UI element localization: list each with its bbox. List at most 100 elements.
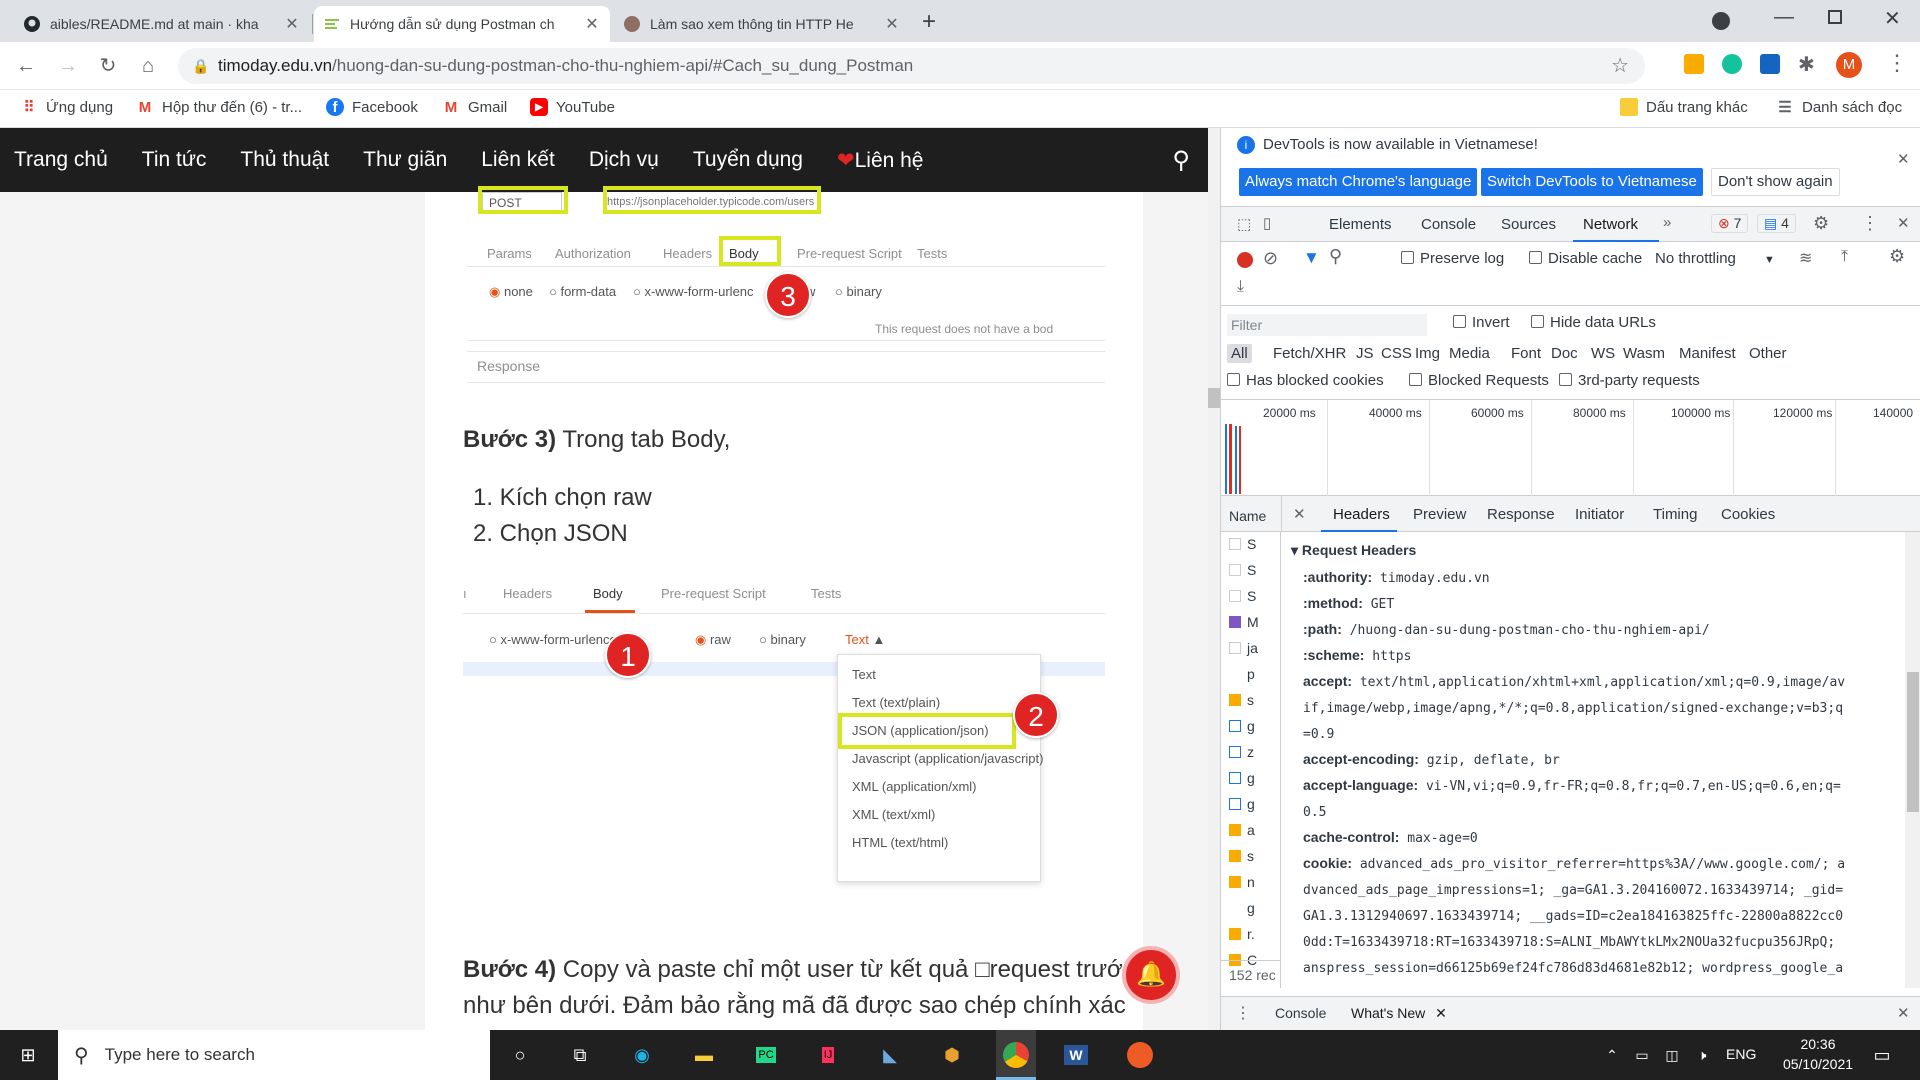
name-column-header[interactable]: Name [1229, 508, 1266, 524]
reload-icon[interactable]: ↻ [96, 54, 120, 78]
tab-elements[interactable]: Elements [1329, 216, 1392, 233]
switch-vietnamese-button[interactable]: Switch DevTools to Vietnamese [1481, 168, 1703, 196]
taskbar-search[interactable]: ⚲ Type here to search [58, 1030, 490, 1080]
nav-tips[interactable]: Thủ thuật [240, 148, 329, 172]
notification-bell-icon[interactable]: 🔔 [1122, 946, 1180, 1004]
grammarly-icon[interactable] [1722, 54, 1742, 74]
bookmark-other[interactable]: Dấu trang khác [1620, 98, 1748, 116]
match-language-button[interactable]: Always match Chrome's language [1239, 168, 1478, 196]
error-count[interactable]: ⊗ 7 [1711, 214, 1749, 233]
close-icon[interactable]: ✕ [1435, 1005, 1447, 1021]
cube-icon[interactable]: ⬢ [936, 1039, 968, 1071]
filter-icon[interactable]: ▼ [1303, 248, 1320, 268]
tab-headers[interactable]: Headers [1333, 506, 1390, 523]
close-icon[interactable]: ✕ [284, 14, 300, 34]
app-icon[interactable]: ◣ [874, 1039, 906, 1071]
bookmark-inbox[interactable]: M Hộp thư đến (6) - tr... [136, 98, 302, 116]
close-icon[interactable]: ✕ [1897, 150, 1910, 168]
minimize-button[interactable]: — [1774, 6, 1794, 29]
volume-muted-icon[interactable]: 🕨 [1686, 1039, 1718, 1071]
request-row[interactable]: ja [1229, 640, 1258, 656]
drawer-tab-whatsnew[interactable]: What's New ✕ [1351, 1005, 1447, 1022]
request-row[interactable]: g [1229, 718, 1255, 734]
maximize-button[interactable] [1828, 10, 1842, 24]
profile-avatar[interactable]: M [1836, 52, 1862, 78]
reading-list[interactable]: ☰ Danh sách đọc [1776, 98, 1902, 117]
throttling-select[interactable]: No throttling ▼ [1655, 250, 1775, 267]
type-filter-xhr[interactable]: Fetch/XHR [1273, 345, 1346, 362]
tab-timing[interactable]: Timing [1653, 506, 1697, 523]
extensions-puzzle-icon[interactable]: ✱ [1798, 52, 1815, 77]
inspect-icon[interactable]: ⬚ [1237, 215, 1251, 233]
windows-start-icon[interactable]: ⊞ [12, 1039, 44, 1071]
extension-icon[interactable] [1684, 54, 1704, 74]
type-filter-css[interactable]: CSS [1381, 345, 1412, 362]
battery-icon[interactable]: ▭ [1626, 1039, 1658, 1071]
nav-contact[interactable]: ❤Liên hệ [837, 148, 924, 173]
new-tab-button[interactable]: + [922, 8, 936, 36]
type-filter-other[interactable]: Other [1749, 345, 1787, 362]
invert-checkbox[interactable]: Invert [1453, 314, 1510, 331]
chrome-icon[interactable] [996, 1030, 1036, 1080]
message-count[interactable]: ▤ 4 [1757, 214, 1796, 233]
type-filter-wasm[interactable]: Wasm [1623, 345, 1665, 362]
nav-home[interactable]: Trang chủ [14, 148, 108, 172]
back-icon[interactable]: ← [14, 54, 38, 78]
hide-data-urls-checkbox[interactable]: Hide data URLs [1531, 314, 1656, 331]
clock-time[interactable]: 20:36 [1786, 1036, 1850, 1052]
menu-dots-icon[interactable]: ⋮ [1886, 50, 1908, 76]
request-row[interactable]: p [1229, 666, 1255, 682]
close-icon[interactable]: ✕ [1293, 505, 1306, 523]
nav-services[interactable]: Dịch vụ [589, 148, 659, 172]
disable-cache-checkbox[interactable]: Disable cache [1529, 250, 1642, 267]
request-row[interactable]: z [1229, 744, 1254, 760]
tab-response[interactable]: Response [1487, 506, 1555, 523]
request-row[interactable]: g [1229, 770, 1255, 786]
close-icon[interactable]: ✕ [884, 14, 900, 34]
close-icon[interactable]: ✕ [1897, 1004, 1910, 1022]
drawer-tab-console[interactable]: Console [1275, 1005, 1326, 1021]
bookmark-star-icon[interactable]: ☆ [1611, 48, 1629, 84]
extension-j-icon[interactable] [1760, 54, 1780, 74]
tab-preview[interactable]: Preview [1413, 506, 1466, 523]
tab-network[interactable]: Network [1583, 216, 1638, 233]
close-icon[interactable]: ✕ [1897, 214, 1910, 232]
tab-search-icon[interactable] [1712, 12, 1730, 30]
postman-icon[interactable] [1124, 1039, 1156, 1071]
request-row[interactable]: S [1229, 536, 1256, 552]
preserve-log-checkbox[interactable]: Preserve log [1401, 250, 1504, 267]
search-icon[interactable]: ⚲ [1172, 146, 1190, 175]
forward-icon[interactable]: → [56, 54, 80, 78]
third-party-checkbox[interactable]: 3rd-party requests [1559, 372, 1700, 389]
request-row[interactable]: a [1229, 822, 1255, 838]
download-icon[interactable]: ⤓ [1237, 278, 1244, 296]
nav-news[interactable]: Tin tức [142, 148, 207, 172]
upload-icon[interactable]: ⤒ [1841, 248, 1848, 266]
nav-jobs[interactable]: Tuyển dụng [693, 148, 803, 172]
type-filter-font[interactable]: Font [1511, 345, 1541, 362]
home-icon[interactable]: ⌂ [136, 54, 160, 78]
language-indicator[interactable]: ENG [1726, 1046, 1756, 1062]
request-row[interactable]: g [1229, 900, 1255, 916]
tab-cookies[interactable]: Cookies [1721, 506, 1775, 523]
pycharm-icon[interactable]: PC [750, 1039, 782, 1071]
close-window-button[interactable]: ✕ [1884, 6, 1901, 31]
clear-icon[interactable]: ⊘ [1263, 248, 1278, 269]
clock-date[interactable]: 05/10/2021 [1776, 1056, 1860, 1072]
word-icon[interactable]: W [1060, 1039, 1092, 1071]
close-icon[interactable]: ✕ [584, 14, 600, 34]
bookmark-apps[interactable]: ⠿ Ứng dụng [20, 98, 114, 117]
intellij-icon[interactable]: IJ [812, 1039, 844, 1071]
request-row[interactable]: S [1229, 588, 1256, 604]
tab-initiator[interactable]: Initiator [1575, 506, 1624, 523]
request-row[interactable]: s [1229, 848, 1254, 864]
device-toolbar-icon[interactable]: ▯ [1263, 214, 1271, 232]
file-explorer-icon[interactable]: ▬ [688, 1039, 720, 1071]
menu-dots-icon[interactable]: ⋮ [1861, 213, 1879, 234]
network-icon[interactable]: ◫ [1656, 1039, 1688, 1071]
type-filter-all[interactable]: All [1227, 344, 1252, 363]
tab-sources[interactable]: Sources [1501, 216, 1556, 233]
gear-icon[interactable]: ⚙ [1813, 213, 1829, 234]
has-blocked-cookies-checkbox[interactable]: Has blocked cookies [1227, 372, 1384, 389]
bookmark-youtube[interactable]: ▶ YouTube [530, 98, 615, 116]
